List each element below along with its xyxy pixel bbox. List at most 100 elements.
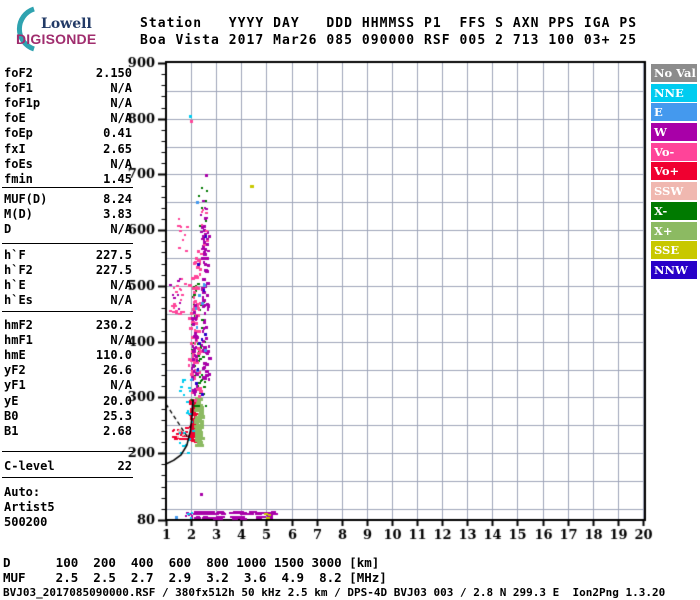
param-label: foEp bbox=[4, 126, 33, 141]
legend-item-sse: SSE bbox=[651, 241, 697, 260]
legend-item-nnw: NNW bbox=[651, 260, 697, 279]
param-label: yF1 bbox=[4, 378, 26, 393]
param-row: yF1 N/A bbox=[4, 378, 132, 392]
param-label: 500200 bbox=[4, 515, 48, 530]
param-row: yF2 26.6 bbox=[4, 363, 132, 377]
param-row: Auto: bbox=[4, 485, 132, 499]
param-value: N/A bbox=[110, 333, 132, 348]
param-row: fmin 1.45 bbox=[4, 172, 132, 186]
param-row: yE 20.0 bbox=[4, 394, 132, 408]
param-label: B1 bbox=[4, 423, 19, 438]
param-value: 8.24 bbox=[103, 192, 132, 206]
param-row: 500200 bbox=[4, 515, 132, 529]
legend-item-ssw: SSW bbox=[651, 182, 697, 201]
param-label: MUF(D) bbox=[4, 192, 48, 206]
param-label: M(D) bbox=[4, 207, 33, 222]
param-row: h`E N/A bbox=[4, 278, 132, 292]
param-value: 25.3 bbox=[103, 408, 132, 423]
legend-item-nne: NNE bbox=[651, 83, 697, 102]
param-value: 227.5 bbox=[95, 248, 132, 262]
legend-item-x-: X- bbox=[651, 201, 697, 220]
param-row: M(D) 3.83 bbox=[4, 207, 132, 221]
distance-scale-row: D 100 200 400 600 800 1000 1500 3000 [km… bbox=[3, 555, 380, 570]
param-label: hmF1 bbox=[4, 333, 33, 348]
param-row: Artist5 bbox=[4, 500, 132, 514]
param-row: B0 25.3 bbox=[4, 409, 132, 423]
param-value: 227.5 bbox=[95, 263, 132, 278]
param-label: yF2 bbox=[4, 363, 26, 378]
param-label: h`Es bbox=[4, 293, 33, 308]
param-value: 22 bbox=[117, 459, 132, 473]
param-row: foF2 2.150 bbox=[4, 66, 132, 80]
param-label: yE bbox=[4, 393, 19, 408]
param-label: foEs bbox=[4, 156, 33, 171]
param-row: h`Es N/A bbox=[4, 293, 132, 307]
param-value: 2.68 bbox=[103, 423, 132, 438]
param-label: hmE bbox=[4, 348, 26, 363]
param-label: fmin bbox=[4, 171, 33, 186]
param-label: h`F2 bbox=[4, 263, 33, 278]
param-value: N/A bbox=[110, 278, 132, 293]
legend-item-no-val: No Val bbox=[651, 64, 697, 82]
legend-item-e: E bbox=[651, 103, 697, 122]
param-value: N/A bbox=[110, 81, 132, 96]
panel-divider bbox=[2, 477, 133, 478]
param-value: N/A bbox=[110, 111, 132, 126]
param-label: D bbox=[4, 222, 12, 237]
param-row: C-level 22 bbox=[4, 459, 132, 473]
muf-scale-row: MUF 2.5 2.5 2.7 2.9 3.2 3.6 4.9 8.2 [MHz… bbox=[3, 570, 387, 585]
param-row: hmE 110.0 bbox=[4, 348, 132, 362]
param-value: 26.6 bbox=[103, 363, 132, 378]
param-label: Auto: bbox=[4, 485, 41, 499]
legend-item-x-: X+ bbox=[651, 221, 697, 240]
param-label: B0 bbox=[4, 408, 19, 423]
param-value: N/A bbox=[110, 378, 132, 393]
param-value: 230.2 bbox=[95, 318, 132, 332]
param-row: foEs N/A bbox=[4, 157, 132, 171]
param-row: foEp 0.41 bbox=[4, 126, 132, 140]
param-row: B1 2.68 bbox=[4, 424, 132, 438]
doppler-direction-legend: No Val NNE E W Vo- Vo+ SSW X- X+ SSE NNW bbox=[651, 64, 697, 281]
param-value: 2.65 bbox=[103, 141, 132, 156]
legend-item-vo-: Vo- bbox=[651, 142, 697, 161]
param-row: foF1 N/A bbox=[4, 81, 132, 95]
param-label: hmF2 bbox=[4, 318, 33, 332]
parameter-panel: foF2 2.150 foF1 N/A foF1p N/A foE N/A foEp 0.41 fx… bbox=[0, 0, 136, 600]
param-label: foF1 bbox=[4, 81, 33, 96]
param-label: h`E bbox=[4, 278, 26, 293]
param-value: 2.150 bbox=[95, 66, 132, 80]
param-label: foF1p bbox=[4, 96, 41, 111]
param-label: h`F bbox=[4, 248, 26, 262]
param-label: foE bbox=[4, 111, 26, 126]
file-info-row: BVJ03_2017085090000.RSF / 380fx512h 50 k… bbox=[3, 586, 666, 599]
legend-item-w: W bbox=[651, 123, 697, 142]
param-value: 20.0 bbox=[103, 393, 132, 408]
param-label: fxI bbox=[4, 141, 26, 156]
param-row: hmF2 230.2 bbox=[4, 318, 132, 332]
panel-divider bbox=[2, 187, 133, 188]
param-row: foF1p N/A bbox=[4, 96, 132, 110]
panel-divider bbox=[2, 243, 133, 244]
param-row: MUF(D) 8.24 bbox=[4, 192, 132, 206]
param-label: Artist5 bbox=[4, 500, 55, 515]
param-value: N/A bbox=[110, 96, 132, 111]
header-field-names: Station YYYY DAY DDD HHMMSS P1 FFS S AXN… bbox=[140, 16, 638, 31]
param-value: N/A bbox=[110, 293, 132, 308]
param-row: fxI 2.65 bbox=[4, 142, 132, 156]
param-row: hmF1 N/A bbox=[4, 333, 132, 347]
param-row: h`F 227.5 bbox=[4, 248, 132, 262]
ionogram-app: { "logo": {"line1": "Lowell", "line2": "… bbox=[0, 0, 700, 600]
param-value: 1.45 bbox=[103, 171, 132, 186]
param-label: C-level bbox=[4, 459, 55, 473]
param-value: N/A bbox=[110, 222, 132, 237]
param-label: foF2 bbox=[4, 66, 33, 80]
param-value: 0.41 bbox=[103, 126, 132, 141]
header-field-values: Boa Vista 2017 Mar26 085 090000 RSF 005 … bbox=[140, 33, 638, 48]
param-value: N/A bbox=[110, 156, 132, 171]
param-row: h`F2 227.5 bbox=[4, 263, 132, 277]
param-row: foE N/A bbox=[4, 111, 132, 125]
param-row: D N/A bbox=[4, 222, 132, 236]
legend-item-vo-: Vo+ bbox=[651, 162, 697, 181]
param-value: 110.0 bbox=[95, 348, 132, 363]
panel-divider bbox=[2, 451, 133, 452]
